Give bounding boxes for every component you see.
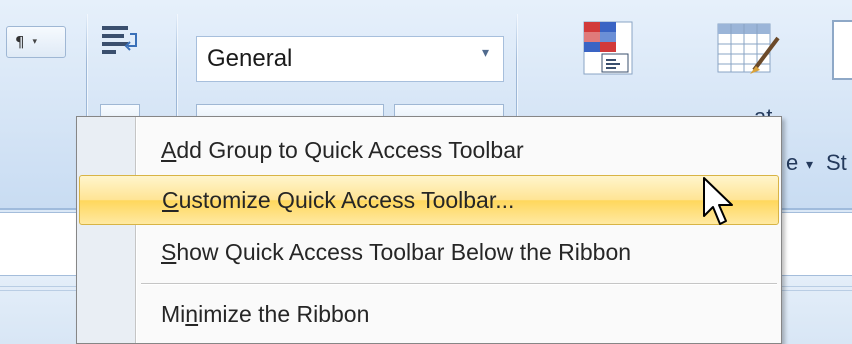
ribbon-context-menu: Add Group to Quick Access Toolbar Custom… (76, 116, 782, 344)
number-format-dropdown[interactable]: General ▾ (196, 36, 504, 82)
styles-label-fragment: St (826, 150, 847, 175)
paragraph-mark-icon: ¶ (15, 33, 25, 51)
conditional-formatting-icon[interactable] (578, 20, 638, 80)
menu-item-show-qat-below-ribbon[interactable]: Show Quick Access Toolbar Below the Ribb… (79, 227, 779, 277)
cell-styles-icon[interactable] (832, 20, 852, 80)
menu-item-label: Minimize the Ribbon (161, 300, 370, 327)
number-format-value: General (207, 45, 293, 72)
wrap-text-icon[interactable] (100, 24, 140, 58)
menu-item-label: Add Group to Quick Access Toolbar (161, 136, 524, 163)
menu-item-customize-qat[interactable]: Customize Quick Access Toolbar... (79, 175, 779, 225)
menu-item-minimize-ribbon[interactable]: Minimize the Ribbon (79, 289, 779, 339)
menu-separator (141, 283, 777, 284)
chevron-down-icon: ▾ (32, 37, 38, 47)
mouse-pointer-icon (703, 177, 733, 225)
paragraph-mark-button[interactable]: ¶ ▾ (6, 26, 66, 58)
menu-item-label: Customize Quick Access Toolbar... (162, 186, 515, 213)
menu-item-label: Show Quick Access Toolbar Below the Ribb… (161, 238, 632, 265)
format-label-fragment: e (786, 150, 799, 175)
menu-item-add-group-to-qat[interactable]: Add Group to Quick Access Toolbar (79, 125, 779, 175)
chevron-down-icon: ▾ (806, 156, 814, 172)
format-as-table-icon[interactable] (714, 20, 786, 82)
chevron-down-icon: ▾ (481, 45, 489, 61)
